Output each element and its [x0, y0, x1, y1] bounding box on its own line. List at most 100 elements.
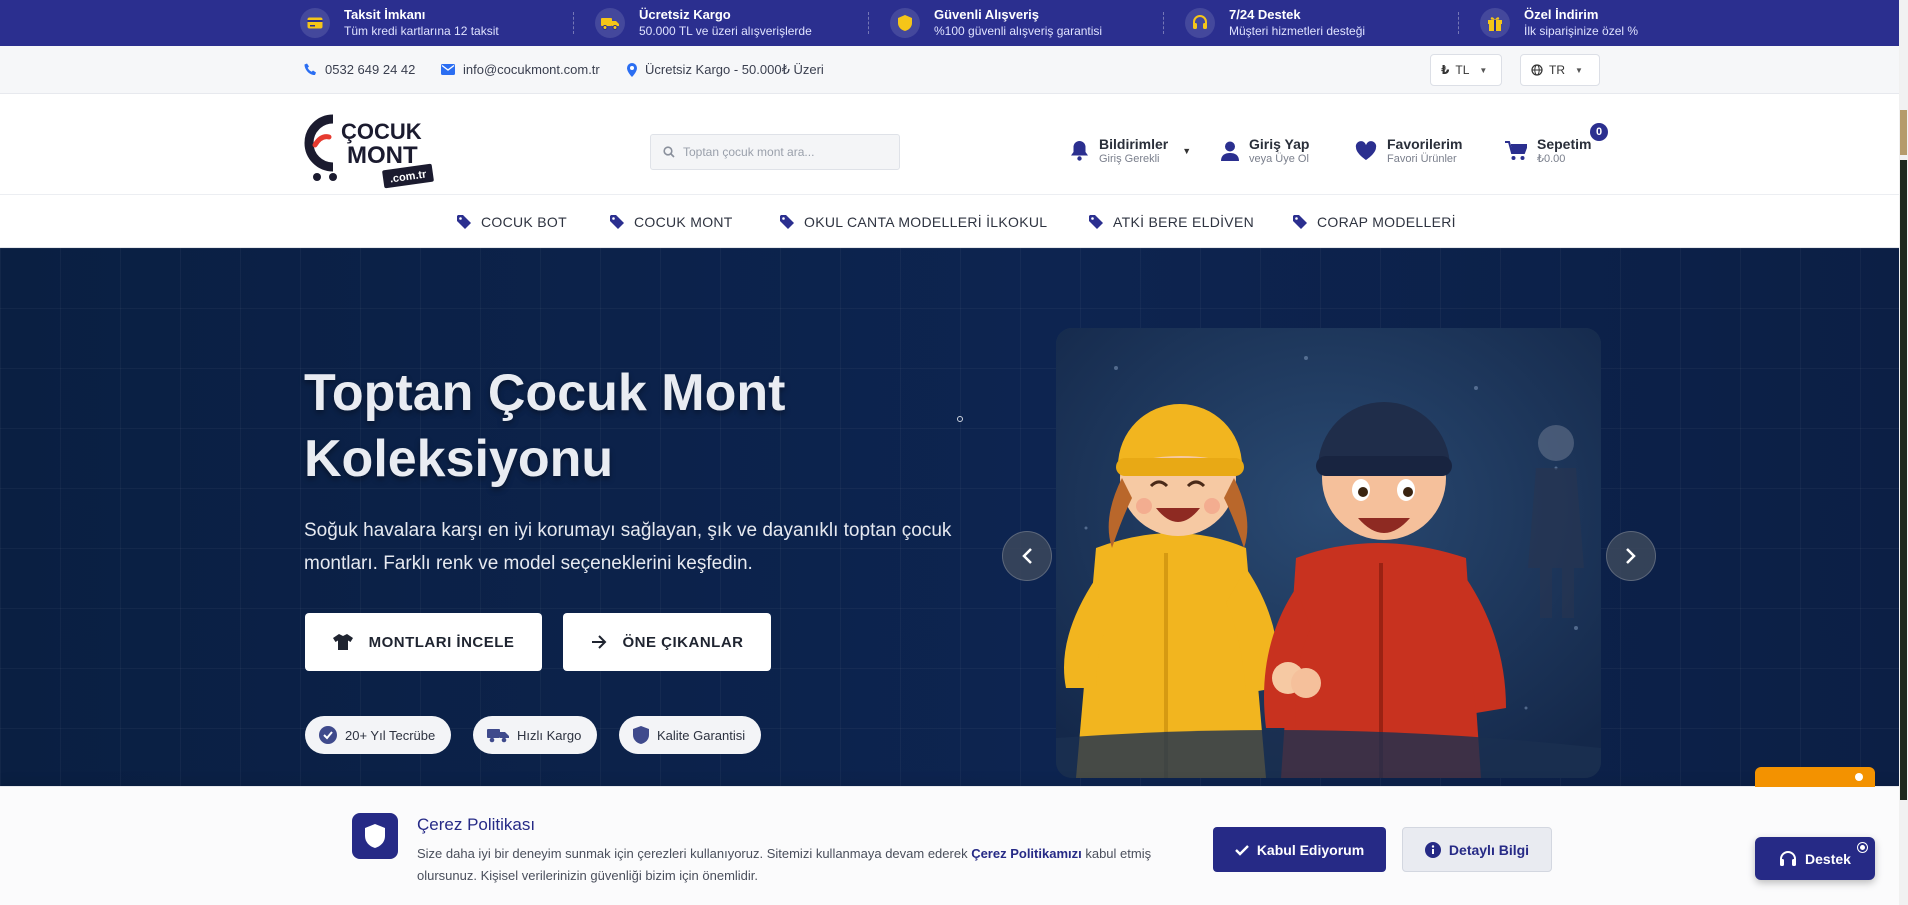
cart-total: ₺0.00 [1537, 152, 1566, 165]
contact-bar: 0532 649 24 42 info@cocukmont.com.tr Ücr… [0, 46, 1899, 94]
carousel-next-button[interactable] [1606, 531, 1656, 581]
check-icon [1234, 844, 1249, 856]
favorites-sub: Favori Ürünler [1387, 152, 1457, 165]
gift-icon [1480, 8, 1510, 38]
hero-slider: Toptan Çocuk Mont Koleksiyonu Soğuk hava… [0, 248, 1899, 786]
tag-icon [780, 215, 794, 229]
cookie-banner: Çerez Politikası Size daha iyi bir deney… [0, 786, 1899, 905]
badge-label: 20+ Yıl Tecrübe [345, 727, 436, 743]
whatsapp-tab[interactable] [1755, 767, 1875, 787]
email-link[interactable]: info@cocukmont.com.tr [441, 62, 600, 77]
category-item[interactable]: OKUL CANTA MODELLERİ İLKOKUL [780, 214, 1047, 230]
badge-label: Kalite Garantisi [657, 727, 746, 743]
promo-bar: Taksit İmkanı Tüm kredi kartlarına 12 tak… [0, 0, 1899, 46]
featured-button[interactable]: ÖNE ÇIKANLAR [563, 613, 771, 671]
heart-icon [1355, 141, 1377, 160]
arrow-right-icon [591, 635, 606, 649]
notifications-label: Bildirimler [1099, 136, 1169, 152]
cart-count-badge: 0 [1590, 123, 1608, 141]
promo-subtitle: 50.000 TL ve üzeri alışverişlerde [639, 23, 812, 38]
tag-icon [1089, 215, 1103, 229]
currency-symbol: ₺ [1441, 63, 1450, 77]
shield-icon [352, 813, 398, 859]
shield-icon [890, 8, 920, 38]
decorative-dot [957, 416, 963, 422]
search-icon[interactable] [663, 146, 675, 158]
info-icon [1424, 841, 1441, 858]
support-button[interactable]: Destek [1755, 837, 1875, 880]
category-item[interactable]: CORAP MODELLERİ [1293, 214, 1456, 230]
notifications-sub: Giriş Gerekli [1099, 152, 1160, 165]
fast-shipping-badge: Hızlı Kargo [473, 716, 598, 754]
badge-label: Hızlı Kargo [517, 727, 582, 743]
tshirt-icon [332, 634, 353, 650]
scrollbar-thumb[interactable] [1900, 110, 1907, 155]
favorites-label: Favorilerim [1387, 136, 1463, 152]
tag-icon [610, 215, 624, 229]
cookie-details-button[interactable]: Detaylı Bilgi [1402, 827, 1552, 872]
map-pin-icon [627, 63, 637, 77]
search-box [650, 134, 900, 170]
headset-icon [1185, 8, 1215, 38]
quality-badge: Kalite Garantisi [619, 716, 762, 754]
hero-description: Soğuk havalara karşı en iyi korumayı sağ… [304, 520, 952, 574]
promo-item-installment: Taksit İmkanı Tüm kredi kartlarına 12 tak… [300, 0, 595, 46]
phone-icon [304, 63, 316, 76]
login-label: Giriş Yap [1249, 136, 1310, 152]
accept-cookies-button[interactable]: Kabul Ediyorum [1213, 827, 1386, 872]
promo-subtitle: İlk siparişinize özel % [1524, 23, 1639, 38]
category-item[interactable]: ATKİ BERE ELDİVEN [1089, 214, 1254, 230]
promo-title: 7/24 Destek [1229, 7, 1301, 23]
search-input[interactable] [683, 145, 883, 159]
experience-badge: 20+ Yıl Tecrübe [305, 716, 452, 754]
shipping-text: Ücretsiz Kargo - 50.000₺ Üzeri [645, 62, 824, 77]
hero-slide-image [1056, 328, 1601, 778]
phone-link[interactable]: 0532 649 24 42 [304, 62, 415, 77]
promo-title: Taksit İmkanı [344, 7, 426, 23]
favorites-link[interactable]: Favorilerim Favori Ürünler [1355, 136, 1462, 166]
promo-subtitle: %100 güvenli alışveriş garantisi [934, 23, 1103, 38]
category-label: OKUL CANTA MODELLERİ İLKOKUL [804, 214, 1048, 230]
site-header: .com.tr ÇOCUK MONT BildirimlerGiriş Gere… [0, 95, 1899, 195]
details-label: Detaylı Bilgi [1448, 841, 1530, 858]
carousel-prev-button[interactable] [1002, 531, 1052, 581]
phone-number: 0532 649 24 42 [325, 62, 416, 77]
tag-icon [457, 215, 471, 229]
category-item[interactable]: COCUK BOT [457, 214, 567, 230]
category-nav: COCUK BOT COCUK MONT OKUL CANTA MODELLER… [0, 196, 1899, 248]
notifications-menu[interactable]: Bildirimler Giriş Gerekli ▼ [1070, 136, 1191, 166]
promo-item-discount: Özel İndirim İlk siparişinize özel % [1458, 0, 1775, 46]
bell-icon [1071, 141, 1088, 162]
accept-label: Kabul Ediyorum [1256, 841, 1365, 858]
promo-title: Güvenli Alışveriş [934, 7, 1040, 23]
promo-item-secure: Güvenli Alışveriş %100 güvenli alışveriş … [868, 0, 1185, 46]
headset-icon [1780, 850, 1797, 866]
cookie-policy-link[interactable]: Çerez Politikamızı [971, 846, 1082, 861]
shipping-info: Ücretsiz Kargo - 50.000₺ Üzeri [627, 62, 824, 78]
truck-icon [487, 729, 509, 743]
site-logo[interactable]: .com.tr ÇOCUK MONT [303, 111, 435, 195]
cart-link[interactable]: Sepetim ₺0.00 [1505, 136, 1591, 166]
scrollbar-track [1900, 160, 1907, 800]
cart-label: Sepetim [1537, 136, 1592, 152]
truck-icon [595, 8, 625, 38]
currency-select[interactable]: ₺ TL ▼ [1430, 54, 1502, 86]
category-label: COCUK MONT [634, 214, 733, 230]
view-jackets-button[interactable]: MONTLARI İNCELE [305, 613, 542, 671]
login-link[interactable]: Giriş Yap veya Üye Ol [1221, 136, 1309, 166]
category-label: ATKİ BERE ELDİVEN [1113, 214, 1254, 230]
language-select[interactable]: TR ▼ [1520, 54, 1600, 86]
category-label: COCUK BOT [481, 214, 567, 230]
online-indicator [1858, 843, 1867, 852]
cookie-title: Çerez Politikası [417, 815, 536, 834]
tag-icon [1293, 215, 1307, 229]
chevron-down-icon: ▼ [1575, 65, 1583, 75]
category-label: CORAP MODELLERİ [1317, 214, 1456, 230]
support-label: Destek [1805, 850, 1851, 867]
chevron-left-icon [1022, 548, 1032, 564]
promo-item-shipping: Ücretsiz Kargo 50.000 TL ve üzeri alışver… [573, 0, 890, 46]
chevron-down-icon: ▼ [1479, 65, 1488, 75]
category-item[interactable]: COCUK MONT [610, 214, 733, 230]
chevron-right-icon [1626, 548, 1636, 564]
caret-down-icon: ▼ [1182, 145, 1192, 156]
